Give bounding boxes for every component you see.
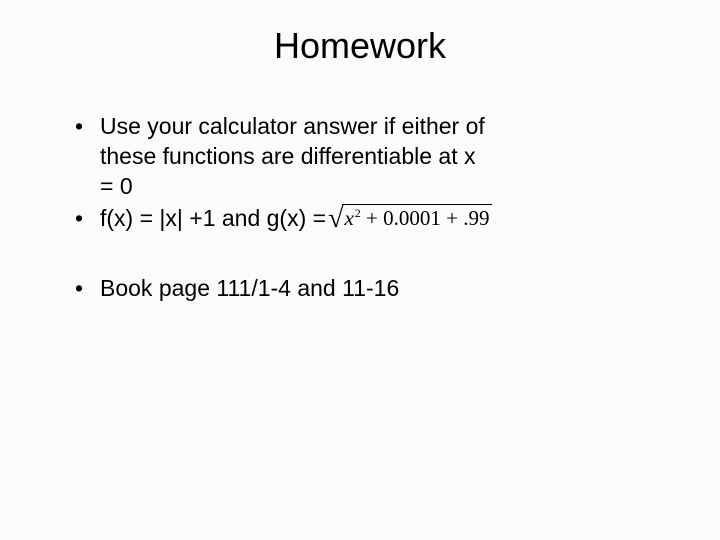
bullet-list-2: Book page 111/1-4 and 11-16 (60, 274, 660, 304)
radicand-mid: + 0.0001 + . (361, 206, 469, 230)
bullet-2-prefix: f(x) = |x| +1 and g(x) = (100, 204, 326, 234)
radical-icon: √ (328, 205, 343, 233)
bullet-item-3: Book page 111/1-4 and 11-16 (75, 274, 660, 304)
sqrt-expression: √ x2 + 0.0001 + .99 (328, 204, 492, 232)
content-area: Use your calculator answer if either of … (60, 112, 660, 303)
slide: Homework Use your calculator answer if e… (0, 0, 720, 540)
radicand-end: 99 (468, 206, 489, 230)
bullet-list: Use your calculator answer if either of … (60, 112, 660, 234)
bullet-item-1: Use your calculator answer if either of … (75, 112, 495, 202)
page-title: Homework (60, 25, 660, 67)
radicand: x2 + 0.0001 + .99 (342, 204, 492, 232)
bullet-item-2: f(x) = |x| +1 and g(x) = √ x2 + 0.0001 +… (75, 204, 660, 234)
radicand-var: x (344, 206, 353, 230)
